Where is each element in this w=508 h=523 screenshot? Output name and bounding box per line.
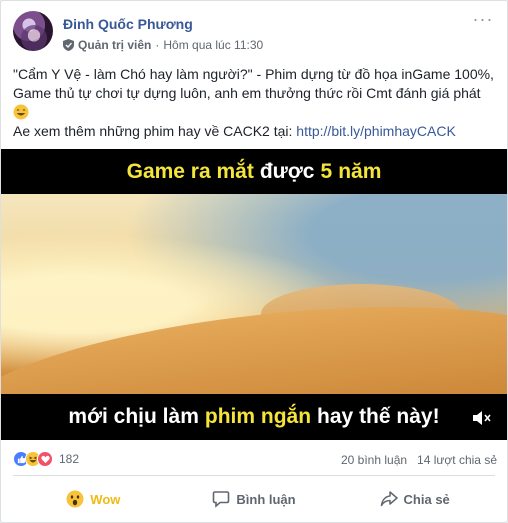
smile-emoji-icon [13, 104, 29, 120]
mute-icon[interactable] [471, 408, 493, 428]
comment-count[interactable]: 20 bình luận [341, 453, 407, 467]
share-label: Chia sẻ [403, 491, 450, 507]
caption-top-part: Game ra mắt [126, 159, 254, 183]
post-header: Đinh Quốc Phương Quản trị viên · Hôm qua… [13, 10, 495, 57]
love-reaction-icon [37, 451, 53, 467]
post-meta: Quản trị viên · Hôm qua lúc 11:30 [63, 38, 263, 52]
share-icon [380, 491, 398, 507]
more-options-icon[interactable]: ··· [471, 10, 495, 31]
comment-label: Bình luận [236, 491, 296, 507]
video-player[interactable]: Game ra mắt được 5 năm mới chịu làm phim… [1, 149, 507, 440]
caption-bottom-part: mới chịu làm [68, 405, 199, 428]
caption-top-part: năm [338, 159, 382, 183]
divider [13, 475, 495, 476]
meta-separator: · [155, 38, 160, 52]
video-frame [1, 194, 507, 440]
post-text: "Cẩm Y Vệ - làm Chó hay làm người?" - Ph… [13, 65, 499, 141]
action-bar: Wow Bình luận Chia sẻ [13, 479, 495, 519]
comment-icon [213, 491, 230, 508]
wow-label: Wow [90, 491, 121, 507]
post-text-line1: "Cẩm Y Vệ - làm Chó hay làm người?" - Ph… [13, 66, 494, 101]
post-text-line2: Ae xem thêm những phim hay về CACK2 tại: [13, 123, 293, 139]
post-card: Đinh Quốc Phương Quản trị viên · Hôm qua… [0, 0, 508, 523]
post-time[interactable]: Hôm qua lúc 11:30 [163, 38, 263, 52]
comment-button[interactable]: Bình luận [174, 479, 335, 519]
wow-button[interactable]: Wow [13, 479, 174, 519]
wow-icon [66, 490, 84, 508]
caption-top-part: 5 [320, 159, 333, 183]
role-label[interactable]: Quản trị viên [78, 38, 151, 52]
reaction-summary[interactable]: 182 [13, 451, 79, 467]
external-link[interactable]: http://bit.ly/phimhayCACK [296, 123, 456, 139]
avatar[interactable] [13, 11, 53, 51]
engagement-counts: 20 bình luận 14 lượt chia sẻ [341, 453, 497, 467]
share-count[interactable]: 14 lượt chia sẻ [417, 453, 497, 467]
caption-top-part: được [259, 159, 315, 183]
reaction-count: 182 [59, 452, 80, 466]
share-button[interactable]: Chia sẻ [334, 479, 495, 519]
caption-bottom-part: phim ngắn [204, 405, 312, 428]
caption-bottom: mới chịu làm phim ngắn hay thế này! [1, 394, 507, 440]
post-stats: 182 20 bình luận 14 lượt chia sẻ [13, 450, 497, 470]
caption-bottom-part: hay thế này! [317, 405, 440, 428]
author-name[interactable]: Đinh Quốc Phương [63, 16, 193, 32]
admin-shield-icon [63, 39, 74, 51]
caption-top: Game ra mắt được 5 năm [1, 149, 507, 194]
